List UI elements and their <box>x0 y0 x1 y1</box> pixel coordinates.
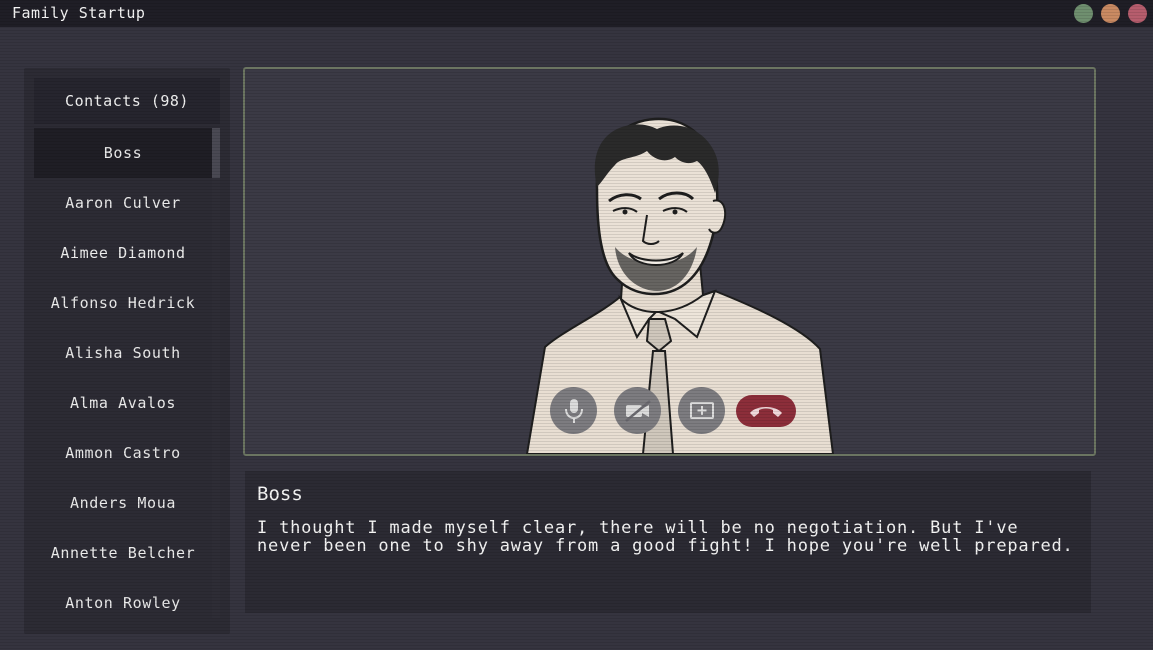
contact-item[interactable]: Boss <box>34 128 212 178</box>
caller-portrait <box>525 117 835 454</box>
maximize-button[interactable] <box>1101 4 1120 23</box>
title-bar: Family Startup <box>0 0 1153 27</box>
camera-button[interactable] <box>614 387 661 434</box>
hang-up-button[interactable] <box>736 395 796 427</box>
contact-item[interactable]: Anton Rowley <box>34 578 212 628</box>
phone-hangup-icon <box>750 407 782 417</box>
contact-item[interactable]: Alfonso Hedrick <box>34 278 212 328</box>
camera-off-icon <box>624 399 651 422</box>
contact-item[interactable]: Alisha South <box>34 328 212 378</box>
contacts-sidebar: Contacts (98) Boss Aaron Culver Aimee Di… <box>24 68 230 634</box>
dialog-speaker: Boss <box>257 483 303 505</box>
screen-share-button[interactable] <box>678 387 725 434</box>
contacts-header: Contacts (98) <box>34 78 220 124</box>
video-call-panel <box>243 67 1096 456</box>
mic-button[interactable] <box>550 387 597 434</box>
contact-item[interactable]: Alma Avalos <box>34 378 212 428</box>
contact-item[interactable]: Anders Moua <box>34 478 212 528</box>
dialog-text: I thought I made myself clear, there wil… <box>257 518 1074 556</box>
minimize-button[interactable] <box>1074 4 1093 23</box>
close-button[interactable] <box>1128 4 1147 23</box>
contact-item[interactable]: Aaron Culver <box>34 178 212 228</box>
contact-item[interactable]: Aimee Diamond <box>34 228 212 278</box>
contact-list: Boss Aaron Culver Aimee Diamond Alfonso … <box>24 128 220 628</box>
contact-item[interactable]: Annette Belcher <box>34 528 212 578</box>
contacts-scrollbar[interactable] <box>212 128 220 618</box>
window-title: Family Startup <box>12 4 146 22</box>
microphone-icon <box>564 398 583 423</box>
dialog-box: Boss I thought I made myself clear, ther… <box>245 471 1091 613</box>
screen-share-icon <box>689 401 714 419</box>
scrollbar-thumb[interactable] <box>212 128 220 178</box>
contact-item[interactable]: Ammon Castro <box>34 428 212 478</box>
